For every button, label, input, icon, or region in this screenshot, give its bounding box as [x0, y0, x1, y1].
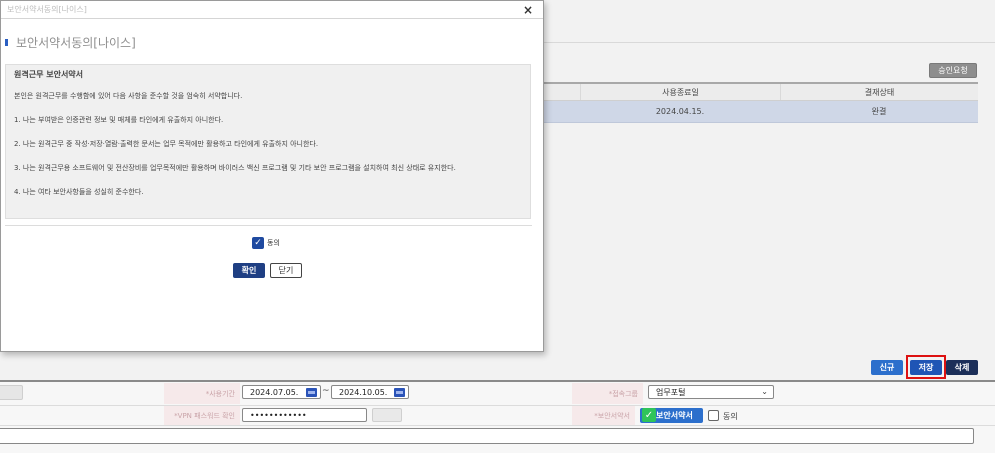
modal-titlebar: 보안서약서동의[나이스] × — [1, 1, 543, 19]
close-icon[interactable]: × — [523, 3, 537, 17]
terms-box: 원격근무 보안서약서 본인은 원격근무를 수행함에 있어 다음 사항을 준수할 … — [5, 64, 531, 219]
vpn-extra-field[interactable] — [372, 408, 402, 422]
heading-marker-icon — [5, 39, 8, 46]
close-button[interactable]: 닫기 — [270, 263, 302, 278]
form-row-1 — [0, 383, 995, 406]
period-end-input[interactable]: 2024.10.05. — [331, 385, 409, 399]
terms-line: 1. 나는 부여받은 인증관련 정보 및 매체를 타인에게 유출하지 아니한다. — [14, 116, 224, 124]
header-end-date: 사용종료일 — [580, 84, 780, 100]
terms-line: 본인은 원격근무를 수행함에 있어 다음 사항을 준수할 것을 엄숙히 서약합니… — [14, 92, 243, 100]
modal-heading-text: 보안서약서동의[나이스] — [16, 36, 136, 50]
period-start-value: 2024.07.05. — [250, 387, 299, 397]
security-agree-checkbox[interactable] — [708, 410, 719, 421]
agree-checkbox[interactable]: ✓ — [252, 237, 264, 249]
modal-window-title: 보안서약서동의[나이스] — [7, 5, 87, 14]
new-button[interactable]: 신규 — [871, 360, 903, 375]
confirm-button[interactable]: 확인 — [233, 263, 265, 278]
vpn-password-value: •••••••••••• — [250, 410, 307, 420]
access-group-label: *접속그룹 — [572, 383, 643, 404]
security-pledge-label: *보안서약서 — [572, 406, 635, 425]
form-row-2 — [0, 406, 995, 426]
period-label: *사용기간 — [164, 383, 240, 404]
period-end-value: 2024.10.05. — [339, 387, 388, 397]
cell-status: 완결 — [871, 107, 887, 116]
agree-label: 동의 — [267, 239, 280, 247]
access-group-select[interactable]: 업무포털 ⌄ — [648, 385, 774, 399]
approve-request-button[interactable]: 승인요청 — [929, 63, 977, 78]
modal-divider — [5, 225, 532, 226]
header-status: 결재상태 — [780, 84, 978, 100]
remarks-input[interactable] — [0, 428, 974, 444]
calendar-icon[interactable] — [306, 388, 317, 397]
modal-heading: 보안서약서동의[나이스] — [5, 34, 136, 51]
check-icon: ✓ — [642, 408, 656, 422]
left-field-stub[interactable] — [0, 385, 23, 400]
vpn-password-input[interactable]: •••••••••••• — [242, 408, 367, 422]
chevron-down-icon: ⌄ — [761, 387, 768, 396]
calendar-icon[interactable] — [394, 388, 405, 397]
terms-title: 원격근무 보안서약서 — [14, 70, 84, 79]
terms-line: 2. 나는 원격근무 중 작성·저장·열람·출력한 문서는 업무 목적에만 활용… — [14, 140, 319, 148]
terms-line: 4. 나는 여타 보안사항들을 성실히 준수한다. — [14, 188, 144, 196]
security-agree-label: 동의 — [723, 412, 738, 421]
cell-end-date: 2024.04.15. — [655, 107, 705, 116]
delete-button[interactable]: 삭제 — [946, 360, 978, 375]
terms-line: 3. 나는 원격근무용 소프트웨어 및 전산장비를 업무목적에만 활용하며 바이… — [14, 164, 456, 172]
agree-checkbox-group[interactable]: ✓ 동의 — [252, 237, 280, 249]
save-button[interactable]: 저장 — [910, 360, 942, 375]
vpn-password-label: *VPN 패스워드 확인 — [164, 406, 240, 425]
access-group-value: 업무포털 — [656, 387, 686, 397]
security-pledge-modal: 보안서약서동의[나이스] × 보안서약서동의[나이스] 원격근무 보안서약서 본… — [0, 0, 544, 352]
period-start-input[interactable]: 2024.07.05. — [242, 385, 321, 399]
period-separator: ~ — [322, 386, 330, 396]
